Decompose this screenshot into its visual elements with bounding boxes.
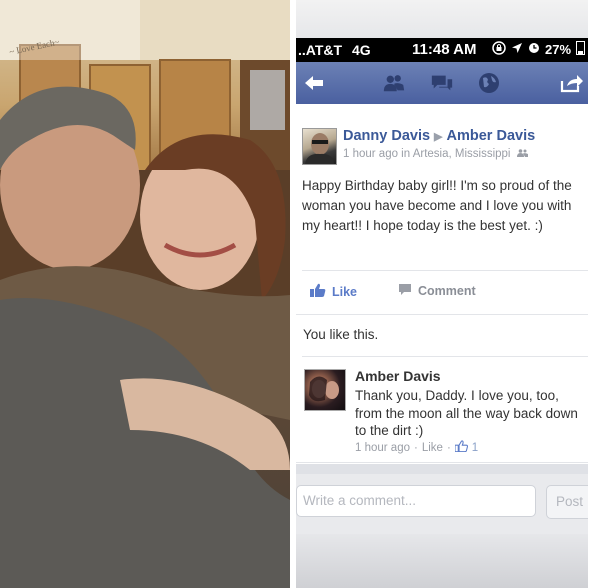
divider	[296, 462, 588, 463]
divider	[296, 314, 588, 315]
post-actions: Like Comment	[296, 270, 588, 314]
like-button[interactable]: Like	[310, 283, 357, 300]
comment-composer: Write a comment... Post	[296, 474, 588, 534]
comment-like-count-icon	[454, 440, 468, 455]
status-bar: ..AT&T 4G 11:48 AM 27%	[296, 38, 588, 62]
like-label: Like	[332, 284, 358, 299]
comment-time: 1 hour ago	[355, 441, 410, 454]
comment-bubble-icon	[398, 283, 412, 299]
status-indicators: 27%	[492, 41, 586, 58]
network-type: 4G	[351, 42, 371, 58]
amber-avatar[interactable]	[304, 369, 346, 411]
separator-dot: ·	[446, 441, 451, 454]
globe-icon[interactable]	[477, 72, 501, 94]
top-background	[296, 0, 588, 38]
comment-author[interactable]: Amber Davis	[355, 368, 441, 384]
likes-summary: You like this.	[303, 327, 379, 342]
post-recipient[interactable]: Amber Davis	[447, 128, 536, 144]
location-arrow-icon	[511, 42, 523, 57]
danny-avatar[interactable]	[302, 128, 337, 165]
bottom-background	[296, 534, 588, 588]
facebook-screen: ..AT&T 4G 11:48 AM 27% Danny Davis ▶ Amb…	[296, 0, 588, 588]
audience-friends-icon	[516, 148, 528, 160]
divider	[302, 356, 588, 357]
post-button[interactable]: Post	[546, 485, 588, 519]
back-arrow-icon[interactable]	[302, 72, 326, 94]
share-icon[interactable]	[560, 72, 584, 94]
carrier-name: ..AT&T	[298, 42, 343, 58]
battery-percent: 27%	[545, 42, 572, 57]
friends-icon[interactable]	[382, 72, 406, 94]
alarm-icon	[528, 42, 540, 57]
comment-like-link[interactable]: Like	[422, 442, 443, 454]
post-author[interactable]: Danny Davis	[343, 128, 430, 144]
carrier-label: ..AT&T 4G	[298, 42, 371, 58]
post-text: Happy Birthday baby girl!! I'm so proud …	[302, 178, 572, 233]
comment-label: Comment	[418, 284, 476, 298]
post-card: Danny Davis ▶ Amber Davis 1 hour ago in Ar…	[296, 104, 588, 464]
to-arrow-icon: ▶	[434, 131, 443, 143]
comment-button[interactable]: Comment	[398, 283, 476, 299]
comment-text: Thank you, Daddy. I love you, too, from …	[355, 388, 578, 438]
nav-bar	[296, 62, 588, 104]
comment-meta: 1 hour ago · Like · 1	[355, 440, 478, 455]
thumbs-up-icon	[310, 283, 326, 300]
post-header: Danny Davis ▶ Amber Davis	[343, 128, 535, 144]
hug-photo: ~ Love Each~	[0, 0, 290, 588]
post-meta: 1 hour ago in Artesia, Mississippi	[343, 148, 528, 160]
post-meta-text: 1 hour ago in Artesia, Mississippi	[343, 148, 511, 160]
separator-dot: ·	[414, 441, 418, 454]
comment-like-count: 1	[471, 441, 479, 454]
photo-illustration: ~ Love Each~	[0, 0, 290, 588]
battery-icon	[576, 41, 586, 58]
messages-icon[interactable]	[430, 72, 454, 94]
clock: 11:48 AM	[412, 41, 477, 58]
comment-input[interactable]: Write a comment...	[296, 485, 536, 517]
rotation-lock-icon	[492, 41, 506, 58]
